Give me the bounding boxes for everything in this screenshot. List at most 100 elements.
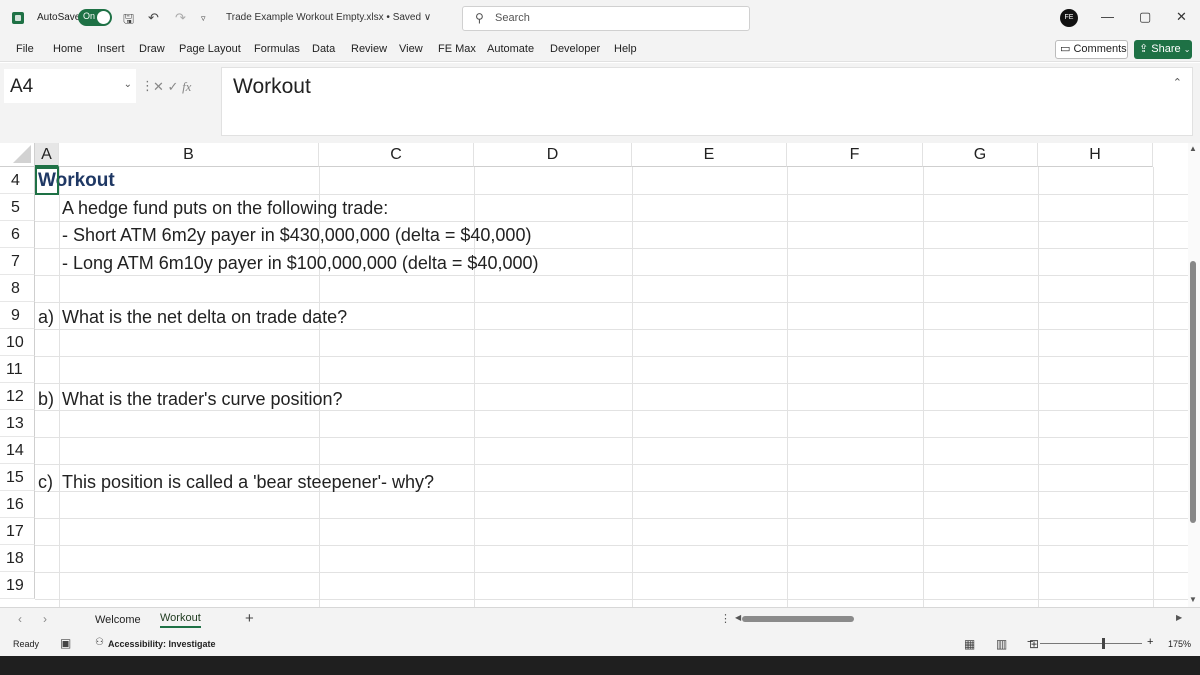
share-button[interactable]: ⇪ Share ⌄ <box>1134 40 1192 59</box>
vertical-scrollbar[interactable]: ▲ ▼ <box>1188 143 1200 607</box>
tab-view[interactable]: View <box>399 43 423 55</box>
row-header[interactable]: 19 <box>0 572 35 599</box>
row-header[interactable]: 7 <box>0 248 35 275</box>
name-box[interactable]: A4 ⌄ <box>4 69 136 103</box>
zoom-slider[interactable] <box>1040 643 1142 644</box>
cancel-icon[interactable]: ✕ <box>153 79 164 94</box>
scroll-up-icon[interactable]: ▲ <box>1189 144 1197 153</box>
row-header[interactable]: 15 <box>0 464 35 491</box>
avatar[interactable]: FE <box>1060 9 1078 27</box>
tab-fe-max[interactable]: FE Max <box>438 43 476 55</box>
row-header[interactable]: 4 <box>0 167 35 194</box>
restore-icon[interactable]: ▢ <box>1139 9 1151 25</box>
row-header[interactable]: 6 <box>0 221 35 248</box>
tab-automate[interactable]: Automate <box>487 43 534 55</box>
row-header[interactable]: 11 <box>0 356 35 383</box>
cell-b9[interactable]: What is the net delta on trade date? <box>62 307 347 328</box>
row-header[interactable]: 17 <box>0 518 35 545</box>
comments-button[interactable]: ▭ Comments <box>1055 40 1128 59</box>
worksheet-grid[interactable]: A B C D E F G H 4 5 6 7 8 9 10 11 12 13 … <box>0 143 1200 607</box>
accessibility-icon: ⚇ <box>95 637 104 648</box>
cell-b5[interactable]: A hedge fund puts on the following trade… <box>62 198 388 219</box>
sheet-tab-workout[interactable]: Workout <box>160 612 201 628</box>
row-header[interactable]: 5 <box>0 194 35 221</box>
normal-view-icon[interactable]: ▦ <box>964 637 975 651</box>
next-sheet-icon[interactable]: › <box>43 612 47 626</box>
row-header[interactable]: 8 <box>0 275 35 302</box>
macro-record-icon[interactable]: ▣ <box>60 636 71 650</box>
close-icon[interactable]: ✕ <box>1176 9 1187 25</box>
row-header[interactable]: 18 <box>0 545 35 572</box>
sheet-tab-welcome[interactable]: Welcome <box>95 614 141 626</box>
zoom-in-icon[interactable]: + <box>1147 636 1153 648</box>
column-header-e[interactable]: E <box>632 143 787 167</box>
document-title[interactable]: Trade Example Workout Empty.xlsx • Saved… <box>226 12 431 23</box>
tab-data[interactable]: Data <box>312 43 335 55</box>
column-header-c[interactable]: C <box>319 143 474 167</box>
name-box-value: A4 <box>10 76 34 97</box>
column-header-f[interactable]: F <box>787 143 923 167</box>
vertical-scroll-thumb[interactable] <box>1190 261 1196 523</box>
column-header-a[interactable]: A <box>35 143 59 167</box>
add-sheet-icon[interactable]: + <box>245 610 254 627</box>
zoom-level[interactable]: 175% <box>1168 639 1191 649</box>
scroll-right-icon[interactable]: ▶ <box>1176 613 1182 622</box>
row-header[interactable]: 16 <box>0 491 35 518</box>
page-layout-view-icon[interactable]: ▥ <box>996 637 1007 651</box>
zoom-out-icon[interactable]: − <box>1027 636 1033 648</box>
select-all-corner[interactable] <box>0 143 35 167</box>
chevron-down-icon[interactable]: ⌄ <box>124 79 132 90</box>
tab-page-layout[interactable]: Page Layout <box>179 43 241 55</box>
chevron-down-icon: ⌄ <box>1183 45 1191 54</box>
status-ready: Ready <box>13 639 40 649</box>
tab-formulas[interactable]: Formulas <box>254 43 300 55</box>
row-header[interactable]: 14 <box>0 437 35 464</box>
collapse-formula-bar-icon[interactable]: ⌃ <box>1173 76 1182 89</box>
more-icon[interactable]: ⋮ <box>720 612 731 625</box>
redo-icon[interactable]: ↷ <box>175 10 186 26</box>
row-header[interactable]: 9 <box>0 302 35 329</box>
enter-icon[interactable]: ✓ <box>168 79 179 94</box>
row-header[interactable]: 10 <box>0 329 35 356</box>
cell-b15[interactable]: This position is called a 'bear steepene… <box>62 472 434 493</box>
cell-a9[interactable]: a) <box>38 307 54 328</box>
scroll-left-icon[interactable]: ◀ <box>735 613 741 622</box>
active-cell-selection[interactable] <box>35 167 59 195</box>
status-bar: Ready ▣ ⚇ Accessibility: Investigate ▦ ▥… <box>0 631 1200 656</box>
tab-review[interactable]: Review <box>351 43 387 55</box>
search-icon: ⚲ <box>475 11 484 25</box>
tab-home[interactable]: Home <box>53 43 82 55</box>
undo-icon[interactable]: ↶ <box>148 10 159 26</box>
column-header-b[interactable]: B <box>59 143 319 167</box>
tab-developer[interactable]: Developer <box>550 43 600 55</box>
accessibility-status[interactable]: Accessibility: Investigate <box>108 639 216 649</box>
cell-a12[interactable]: b) <box>38 389 54 410</box>
column-header-d[interactable]: D <box>474 143 632 167</box>
search-box[interactable]: ⚲ Search <box>462 6 750 31</box>
horizontal-scroll-thumb[interactable] <box>742 616 854 622</box>
fx-icon[interactable]: fx <box>182 79 191 94</box>
excel-logo-icon <box>12 12 24 24</box>
previous-sheet-icon[interactable]: ‹ <box>18 612 22 626</box>
column-header-h[interactable]: H <box>1038 143 1153 167</box>
column-header-g[interactable]: G <box>923 143 1038 167</box>
tab-help[interactable]: Help <box>614 43 637 55</box>
tab-insert[interactable]: Insert <box>97 43 125 55</box>
cell-a15[interactable]: c) <box>38 472 53 493</box>
zoom-slider-thumb[interactable] <box>1102 638 1105 649</box>
save-icon[interactable]: 🖫 <box>123 10 134 32</box>
row-header[interactable]: 12 <box>0 383 35 410</box>
autosave-label: AutoSave <box>37 12 81 23</box>
scroll-down-icon[interactable]: ▼ <box>1189 595 1197 604</box>
tab-file[interactable]: File <box>16 43 34 55</box>
autosave-toggle[interactable]: On <box>78 9 112 26</box>
comment-icon: ▭ <box>1060 43 1071 55</box>
cell-b12[interactable]: What is the trader's curve position? <box>62 389 343 410</box>
cell-b7[interactable]: - Long ATM 6m10y payer in $100,000,000 (… <box>62 253 538 274</box>
tab-draw[interactable]: Draw <box>139 43 165 55</box>
cell-b6[interactable]: - Short ATM 6m2y payer in $430,000,000 (… <box>62 225 531 246</box>
row-header[interactable]: 13 <box>0 410 35 437</box>
formula-input[interactable]: Workout ⌃ <box>221 67 1193 136</box>
minimize-icon[interactable]: — <box>1101 9 1114 24</box>
customize-toolbar-icon[interactable]: ▿ <box>201 13 206 24</box>
